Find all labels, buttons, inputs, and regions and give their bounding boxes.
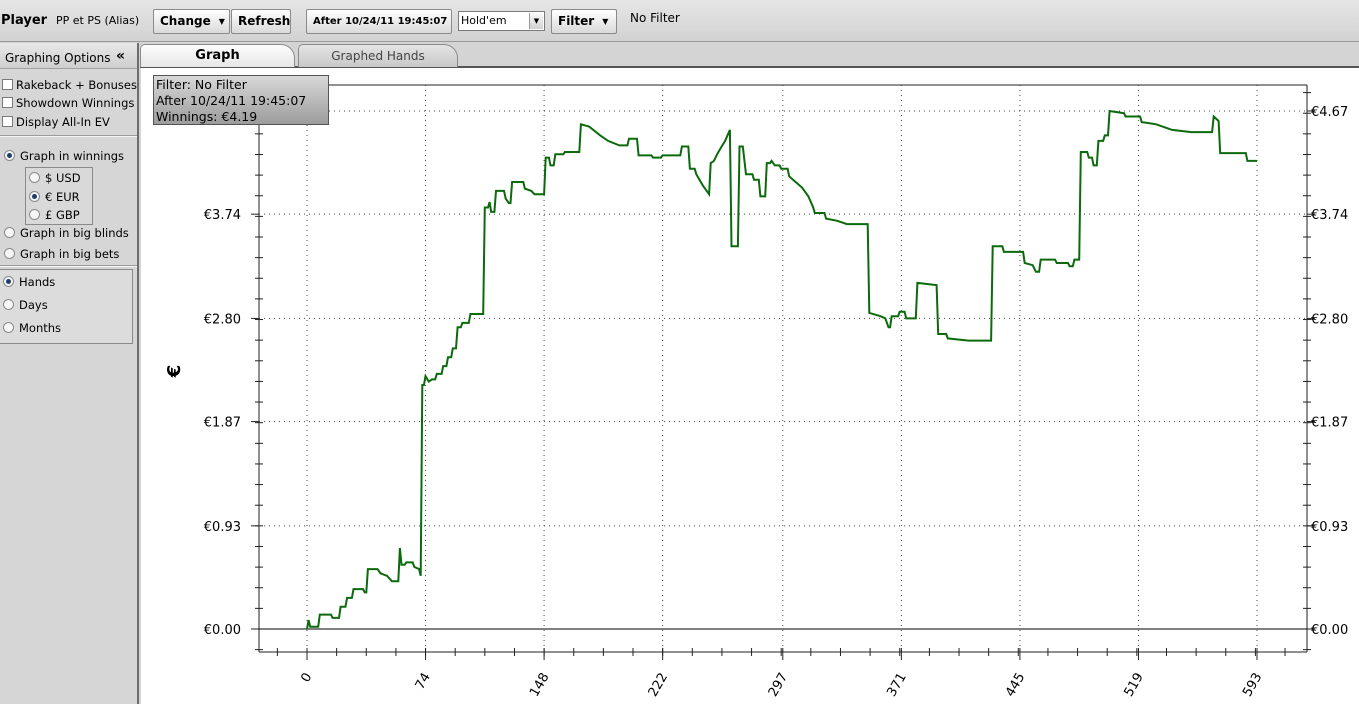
- checkbox-icon[interactable]: [2, 116, 13, 127]
- graphing-options-panel: Graphing Options « Rakeback + Bonuses Sh…: [0, 43, 139, 704]
- radio-icon[interactable]: [3, 299, 14, 310]
- collapse-icon[interactable]: «: [116, 48, 125, 64]
- days-label: Days: [19, 298, 48, 312]
- y-tick-label-left: €0.93: [204, 520, 241, 535]
- filter-button-label: Filter: [558, 14, 595, 28]
- player-label: Player: [1, 13, 48, 28]
- checkbox-icon[interactable]: [2, 79, 13, 90]
- y-tick-label-right: €1.87: [1311, 416, 1348, 431]
- y-tick-label-right: €0.00: [1311, 623, 1348, 638]
- refresh-button[interactable]: Refresh: [231, 9, 291, 34]
- divider: [0, 265, 137, 267]
- toolbar: Player PP et PS (Alias) Change ▼ Refresh …: [0, 0, 1359, 42]
- filter-button[interactable]: Filter ▼: [551, 9, 617, 34]
- radio-selected-icon[interactable]: [4, 150, 15, 161]
- period-hands-radio[interactable]: Hands: [3, 274, 55, 290]
- tab-graphed-hands[interactable]: Graphed Hands: [298, 44, 458, 67]
- dropdown-arrow-icon: ▼: [602, 17, 609, 26]
- y-tick-label-left: €1.87: [204, 416, 241, 431]
- big-bets-label: Graph in big bets: [20, 247, 120, 261]
- currency-eur-radio[interactable]: € EUR: [29, 189, 80, 205]
- rakeback-label: Rakeback + Bonuses: [16, 78, 137, 92]
- y-tick-label-right: €3.74: [1311, 208, 1348, 223]
- y-tick-label-left: €3.74: [204, 208, 241, 223]
- game-type-value: Hold'em: [461, 14, 507, 27]
- change-button-label: Change: [160, 14, 211, 28]
- panel-title: Graphing Options: [5, 51, 111, 65]
- app-window: Player PP et PS (Alias) Change ▼ Refresh …: [0, 0, 1359, 704]
- y-tick-label-right: €4.67: [1311, 105, 1348, 120]
- currency-group: $ USD € EUR £ GBP: [25, 167, 93, 225]
- divider: [0, 135, 137, 137]
- x-tick-label: 371: [884, 671, 909, 700]
- showdown-label: Showdown Winnings: [16, 96, 135, 110]
- period-days-radio[interactable]: Days: [3, 297, 48, 313]
- winnings-series-line: [306, 109, 1257, 630]
- y-axis-label: €: [164, 365, 185, 379]
- winnings-chart: €0.00 €0.00 €0.93 €0.93 €1.87 €1.87 €2.80 €2.80…: [164, 84, 1348, 700]
- usd-label: $ USD: [45, 171, 81, 185]
- info-box: Filter: No Filter After 10/24/11 19:45:0…: [153, 75, 329, 125]
- change-button[interactable]: Change ▼: [153, 9, 230, 34]
- radio-icon[interactable]: [4, 248, 15, 259]
- y-tick-label-left: €2.80: [204, 312, 241, 327]
- x-tick-label: 297: [766, 671, 791, 700]
- gbp-label: £ GBP: [45, 208, 80, 222]
- dropdown-arrow-icon: ▼: [218, 17, 225, 26]
- x-tick-label: 519: [1122, 671, 1147, 700]
- x-tick-label: 445: [1003, 671, 1028, 700]
- allin-ev-checkbox[interactable]: Display All-In EV: [2, 114, 110, 130]
- currency-usd-radio[interactable]: $ USD: [29, 170, 81, 186]
- x-tick-label: 148: [527, 671, 552, 700]
- rakeback-checkbox[interactable]: Rakeback + Bonuses: [2, 77, 137, 93]
- tab-bar: Graph Graphed Hands: [140, 43, 1359, 68]
- filter-status: No Filter: [630, 11, 680, 25]
- period-months-radio[interactable]: Months: [3, 320, 61, 336]
- currency-gbp-radio[interactable]: £ GBP: [29, 207, 80, 223]
- radio-icon[interactable]: [29, 172, 40, 183]
- graph-in-winnings-label: Graph in winnings: [20, 149, 125, 163]
- graph-panel: €0.00 €0.00 €0.93 €0.93 €1.87 €1.87 €2.80 €2.80…: [141, 68, 1359, 704]
- months-label: Months: [19, 321, 62, 335]
- radio-icon[interactable]: [29, 209, 40, 220]
- game-type-select[interactable]: Hold'em ▼: [458, 11, 545, 31]
- x-tick-label: 74: [413, 671, 434, 693]
- radio-icon[interactable]: [3, 322, 14, 333]
- date-filter-button[interactable]: After 10/24/11 19:45:07: [306, 9, 452, 34]
- big-blinds-label: Graph in big blinds: [20, 226, 129, 240]
- x-tick-label: 0: [298, 671, 315, 686]
- eur-label: € EUR: [45, 190, 80, 204]
- tab-graph[interactable]: Graph: [140, 44, 295, 67]
- checkbox-icon[interactable]: [2, 97, 13, 108]
- x-tick-label: 222: [646, 671, 671, 700]
- radio-selected-icon[interactable]: [3, 276, 14, 287]
- info-date: After 10/24/11 19:45:07: [156, 93, 307, 108]
- hands-label: Hands: [19, 275, 56, 289]
- graph-in-winnings-radio[interactable]: Graph in winnings: [4, 148, 124, 164]
- allin-ev-label: Display All-In EV: [16, 115, 110, 129]
- info-winnings: Winnings: €4.19: [156, 109, 258, 124]
- player-name: PP et PS (Alias): [56, 14, 140, 27]
- info-filter: Filter: No Filter: [156, 77, 247, 92]
- y-tick-label-left: €0.00: [204, 623, 241, 638]
- panel-header: Graphing Options «: [0, 43, 137, 69]
- period-group: Hands Days Months: [0, 269, 133, 344]
- radio-icon[interactable]: [4, 227, 15, 238]
- y-tick-label-right: €2.80: [1311, 312, 1348, 327]
- graph-in-big-bets-radio[interactable]: Graph in big bets: [4, 246, 119, 262]
- chevron-down-icon[interactable]: ▼: [529, 13, 543, 29]
- x-tick-label: 593: [1240, 671, 1265, 700]
- showdown-winnings-checkbox[interactable]: Showdown Winnings: [2, 95, 134, 111]
- graph-in-big-blinds-radio[interactable]: Graph in big blinds: [4, 225, 129, 241]
- radio-selected-icon[interactable]: [29, 191, 40, 202]
- y-tick-label-right: €0.93: [1311, 520, 1348, 535]
